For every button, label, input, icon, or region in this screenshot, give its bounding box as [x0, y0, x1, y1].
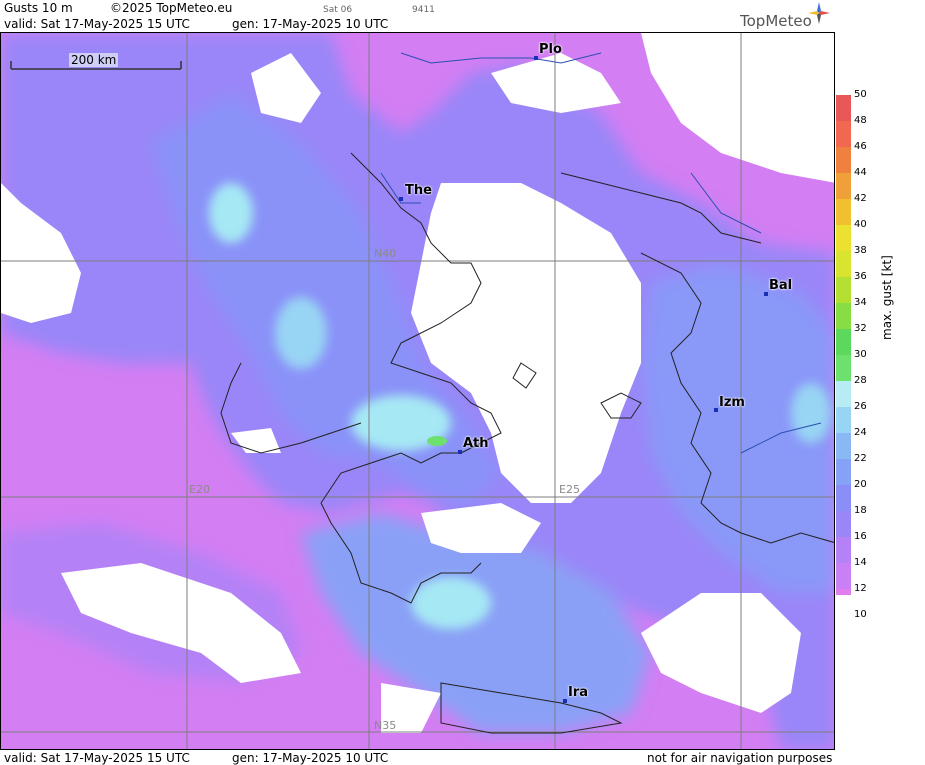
copyright-text: ©2025 TopMeteo.eu — [110, 1, 233, 15]
legend-tick-14: 14 — [854, 557, 867, 568]
legend-tick-50: 50 — [854, 89, 867, 100]
legend-tick-44: 44 — [854, 167, 867, 178]
legend-tick-22: 22 — [854, 453, 867, 464]
legend-tick-10: 10 — [854, 609, 867, 620]
legend-tick-42: 42 — [854, 193, 867, 204]
legend-tick-24: 24 — [854, 427, 867, 438]
grid-label-e20: E20 — [189, 483, 210, 496]
legend-band-28 — [836, 381, 851, 407]
legend-tick-20: 20 — [854, 479, 867, 490]
legend-band-40 — [836, 225, 851, 251]
city-label-plo[interactable]: Plo — [539, 42, 562, 57]
legend-unit-label: max. gust [kt] — [880, 255, 894, 340]
legend-tick-46: 46 — [854, 141, 867, 152]
legend-band-34 — [836, 303, 851, 329]
legend-tick-18: 18 — [854, 505, 867, 516]
city-label-izm[interactable]: Izm — [719, 395, 745, 410]
product-title: Gusts 10 m — [4, 1, 73, 15]
generation-time: gen: 17-May-2025 10 UTC — [232, 17, 389, 31]
grid-label-n40: N40 — [374, 247, 397, 260]
legend-tick-16: 16 — [854, 531, 867, 542]
legend-band-44 — [836, 173, 851, 199]
legend-band-18 — [836, 511, 851, 537]
footer-generation-time: gen: 17-May-2025 10 UTC — [232, 751, 389, 765]
legend-tick-12: 12 — [854, 583, 867, 594]
grid-label-n35: N35 — [374, 719, 397, 732]
legend-band-42 — [836, 199, 851, 225]
valid-time: valid: Sat 17-May-2025 15 UTC — [4, 17, 190, 31]
legend-tick-26: 26 — [854, 401, 867, 412]
gust-map[interactable]: 200 km Plo The Bal Izm Ath Ira N40 E20 E… — [0, 32, 835, 750]
legend-band-16 — [836, 537, 851, 563]
brand-name[interactable]: TopMeteo — [740, 12, 812, 30]
legend-band-20 — [836, 485, 851, 511]
city-label-bal[interactable]: Bal — [769, 278, 792, 293]
legend-tick-28: 28 — [854, 375, 867, 386]
city-label-the[interactable]: The — [405, 183, 432, 198]
satellite-label: Sat 06 — [323, 5, 353, 15]
city-label-ira[interactable]: Ira — [568, 685, 588, 700]
city-label-ath[interactable]: Ath — [463, 436, 489, 451]
run-code: 9411 — [412, 5, 435, 15]
legend-tick-36: 36 — [854, 271, 867, 282]
legend-band-36 — [836, 277, 851, 303]
legend-band-26 — [836, 407, 851, 433]
legend-band-50 — [836, 95, 851, 121]
gust-field — [1, 33, 834, 749]
legend-tick-48: 48 — [854, 115, 867, 126]
legend-tick-34: 34 — [854, 297, 867, 308]
legend-tick-30: 30 — [854, 349, 867, 360]
grid-label-e25: E25 — [559, 483, 580, 496]
legend-band-32 — [836, 329, 851, 355]
legend-tick-32: 32 — [854, 323, 867, 334]
legend-band-48 — [836, 121, 851, 147]
legend-tick-40: 40 — [854, 219, 867, 230]
footer-disclaimer: not for air navigation purposes — [647, 751, 833, 765]
gust-color-scale — [836, 95, 851, 595]
legend-band-46 — [836, 147, 851, 173]
legend-band-30 — [836, 355, 851, 381]
legend-tick-38: 38 — [854, 245, 867, 256]
legend-band-24 — [836, 433, 851, 459]
legend-band-12 — [836, 589, 851, 595]
legend-band-38 — [836, 251, 851, 277]
legend-band-14 — [836, 563, 851, 589]
compass-star-icon — [808, 2, 830, 24]
legend-band-22 — [836, 459, 851, 485]
scale-bar-label: 200 km — [69, 53, 119, 67]
footer-valid-time: valid: Sat 17-May-2025 15 UTC — [4, 751, 190, 765]
